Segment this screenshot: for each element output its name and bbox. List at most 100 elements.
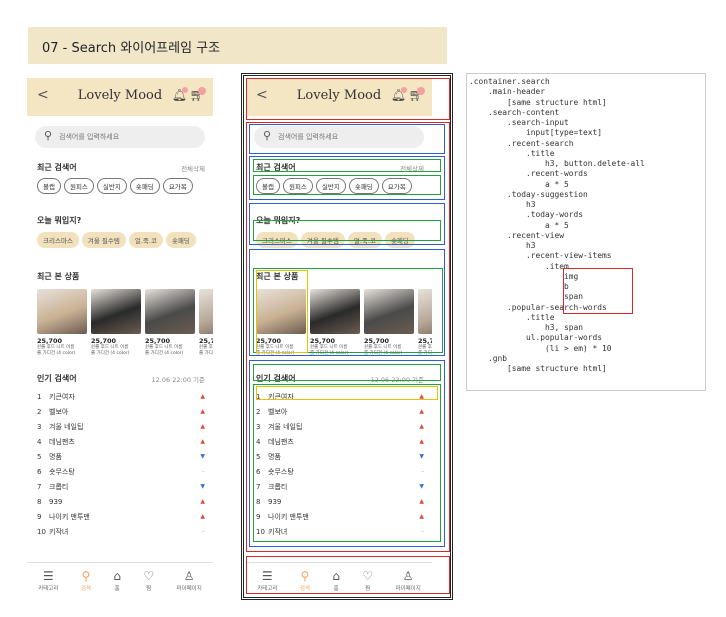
today-word-chip[interactable]: 얼.죽.코 — [347, 232, 382, 248]
popular-word-row[interactable]: 7 크롭티 ▼ — [256, 479, 424, 494]
trend-up-icon: ▲ — [200, 423, 205, 430]
gnb-item-search[interactable]: ⚲ 검색 — [81, 569, 91, 592]
gnb-item-heart[interactable]: ♡ 찜 — [362, 569, 373, 592]
code-line: [same structure html] — [469, 97, 607, 107]
popular-word-row[interactable]: 9 나이키 맨투맨 ▲ — [37, 509, 205, 524]
gnb-item-heart[interactable]: ♡ 찜 — [143, 569, 154, 592]
popular-word-row[interactable]: 3 겨울 네일팁 ▲ — [256, 419, 424, 434]
product-price: 25,700 — [364, 337, 390, 345]
today-word-chip[interactable]: 겨울 필수템 — [81, 232, 126, 248]
popular-word-row[interactable]: 1 키큰여자 ▲ — [37, 389, 205, 404]
recent-view-item[interactable]: 25,700 쉰롤 후드 니트 이름 롤 가디건 (4 color) — [364, 289, 414, 357]
popular-word-row[interactable]: 4 데님팬츠 ▲ — [37, 434, 205, 449]
code-line: .search-input — [469, 118, 569, 127]
search-input-box[interactable]: ⚲ — [35, 126, 205, 148]
popular-word-row[interactable]: 5 명품 ▼ — [256, 449, 424, 464]
recent-view-item[interactable]: 25,700 쉰롤 후드 니트 이름 롤 가디건 (4 color) — [37, 289, 87, 357]
gnb: ☰ 카테고리 ⚲ 검색 ⌂ 홈 ♡ 찜 ♙ 마이페이지 — [27, 562, 213, 592]
recent-word-chip[interactable]: 원피스 — [282, 178, 313, 194]
code-line: ul.popular-words — [469, 333, 603, 343]
recent-word-chip[interactable]: 원피스 — [63, 178, 94, 194]
trend-up-icon: ▲ — [419, 498, 424, 505]
popular-word-row[interactable]: 9 나이키 맨투맨 ▲ — [256, 509, 424, 524]
recent-word-chip[interactable]: 볼캡 — [37, 178, 61, 194]
today-word-chip[interactable]: 숏패딩 — [165, 232, 196, 248]
gnb-item-user[interactable]: ♙ 마이페이지 — [395, 569, 420, 592]
today-suggestion: 오늘 뭐입지? 크리스마스 겨울 필수템 얼.죽.코 숏패딩 — [256, 208, 424, 248]
code-line: input[type=text] — [469, 128, 603, 138]
search-icon: ⚲ — [263, 129, 272, 142]
gnb-item-user[interactable]: ♙ 마이페이지 — [176, 569, 201, 592]
product-thumbnail[interactable] — [418, 289, 432, 334]
gnb-item-search[interactable]: ⚲ 검색 — [300, 569, 310, 592]
recent-view-item[interactable]: 25,700 쉰롤 후드 니트 이름 롤 가디건 (4 color) — [310, 289, 360, 357]
popular-word-row[interactable]: 1 키큰여자 ▲ — [256, 389, 424, 404]
popular-word: 데님팬츠 — [268, 437, 294, 446]
product-thumbnail[interactable] — [256, 289, 306, 334]
popular-rank: 3 — [37, 422, 42, 431]
popular-word-row[interactable]: 3 겨울 네일팁 ▲ — [37, 419, 205, 434]
popular-word-row[interactable]: 2 벨보아 ▲ — [37, 404, 205, 419]
recent-view-item[interactable]: 25,700 쉰롤 후드 니트 이름 롤 가디건 (4 color) — [145, 289, 195, 357]
popular-word-row[interactable]: 2 벨보아 ▲ — [256, 404, 424, 419]
popular-rank: 2 — [256, 407, 261, 416]
search-input-box[interactable]: ⚲ — [254, 126, 424, 148]
delete-all-button[interactable]: 전체삭제 — [181, 163, 205, 173]
popular-word-row[interactable]: 4 데님팬츠 ▲ — [256, 434, 424, 449]
gnb-item-menu[interactable]: ☰ 카테고리 — [257, 569, 277, 592]
recent-view-item[interactable]: 25,700 쉰롤 후드 니트 이름 롤 가디건 (4 color) — [91, 289, 141, 357]
recent-word-chip[interactable]: 요가복 — [162, 178, 193, 194]
popular-rank: 10 — [256, 527, 265, 536]
product-desc-line2: 롤 가디건 (4 color) — [145, 351, 184, 356]
recent-view-item[interactable]: 25,700 쉰롤 후드 니트 이름 롤 가디건 (4 color) — [256, 289, 306, 357]
today-word-chip[interactable]: 크리스마스 — [256, 232, 298, 248]
popular-rank: 3 — [256, 422, 261, 431]
popular-word-row[interactable]: 10 키작녀 – — [256, 524, 424, 539]
gnb-item-home[interactable]: ⌂ 홈 — [332, 569, 340, 592]
popular-word-row[interactable]: 6 숏무스탕 – — [37, 464, 205, 479]
code-line: [same structure html] — [469, 364, 607, 373]
product-thumbnail[interactable] — [91, 289, 141, 334]
main-header: < Lovely Mood 🔔︎ 🛒︎ — [246, 78, 432, 116]
recent-view-item[interactable]: 25,700쉰롤 후드 니롤 가디건 (4 — [199, 289, 213, 357]
popular-word-row[interactable]: 7 크롭티 ▼ — [37, 479, 205, 494]
code-line: b — [469, 282, 569, 291]
product-thumbnail[interactable] — [364, 289, 414, 334]
search-input[interactable] — [278, 129, 418, 145]
code-line: .title — [469, 312, 555, 322]
today-word-chip[interactable]: 숏패딩 — [384, 232, 415, 248]
popular-word-row[interactable]: 5 명품 ▼ — [37, 449, 205, 464]
recent-word-chip[interactable]: 실반지 — [315, 178, 346, 194]
gnb-item-menu[interactable]: ☰ 카테고리 — [38, 569, 58, 592]
delete-all-button[interactable]: 전체삭제 — [400, 163, 424, 173]
product-thumbnail[interactable] — [199, 289, 213, 334]
today-word-chip[interactable]: 겨울 필수템 — [300, 232, 345, 248]
trend-down-icon: ▼ — [419, 453, 424, 460]
product-desc-line2: 롤 가디건 (4 color) — [37, 351, 76, 356]
recent-word-chip[interactable]: 요가복 — [381, 178, 412, 194]
code-line: img — [469, 271, 579, 281]
popular-word-row[interactable]: 8 939 ▲ — [37, 494, 205, 509]
today-title: 오늘 뭐입지? — [256, 216, 301, 225]
today-word-chip[interactable]: 크리스마스 — [37, 232, 79, 248]
today-word-chip[interactable]: 얼.죽.코 — [128, 232, 163, 248]
search-input[interactable] — [59, 129, 199, 145]
product-desc-line2: 롤 가디건 (4 — [199, 351, 213, 356]
code-line: a * 5 — [469, 220, 569, 230]
popular-word-row[interactable]: 6 숏무스탕 – — [256, 464, 424, 479]
product-thumbnail[interactable] — [310, 289, 360, 334]
popular-word-row[interactable]: 10 키작녀 – — [37, 524, 205, 539]
popular-word-row[interactable]: 8 939 ▲ — [256, 494, 424, 509]
recent-word-chip[interactable]: 숏패딩 — [129, 178, 160, 194]
gnb-item-home[interactable]: ⌂ 홈 — [113, 569, 121, 592]
recent-word-chip[interactable]: 볼캡 — [256, 178, 280, 194]
code-line: h3, button.delete-all — [469, 159, 645, 168]
recent-word-chip[interactable]: 숏패딩 — [348, 178, 379, 194]
cart-badge — [198, 87, 206, 95]
code-line: (li > em) * 10 — [469, 343, 612, 353]
product-thumbnail[interactable] — [145, 289, 195, 334]
product-thumbnail[interactable] — [37, 289, 87, 334]
recent-view-item[interactable]: 25,700쉰롤 후드 니롤 가디건 (4 — [418, 289, 432, 357]
recent-word-chip[interactable]: 실반지 — [96, 178, 127, 194]
popular-time: 12.06 22:00 기준 — [151, 375, 205, 384]
